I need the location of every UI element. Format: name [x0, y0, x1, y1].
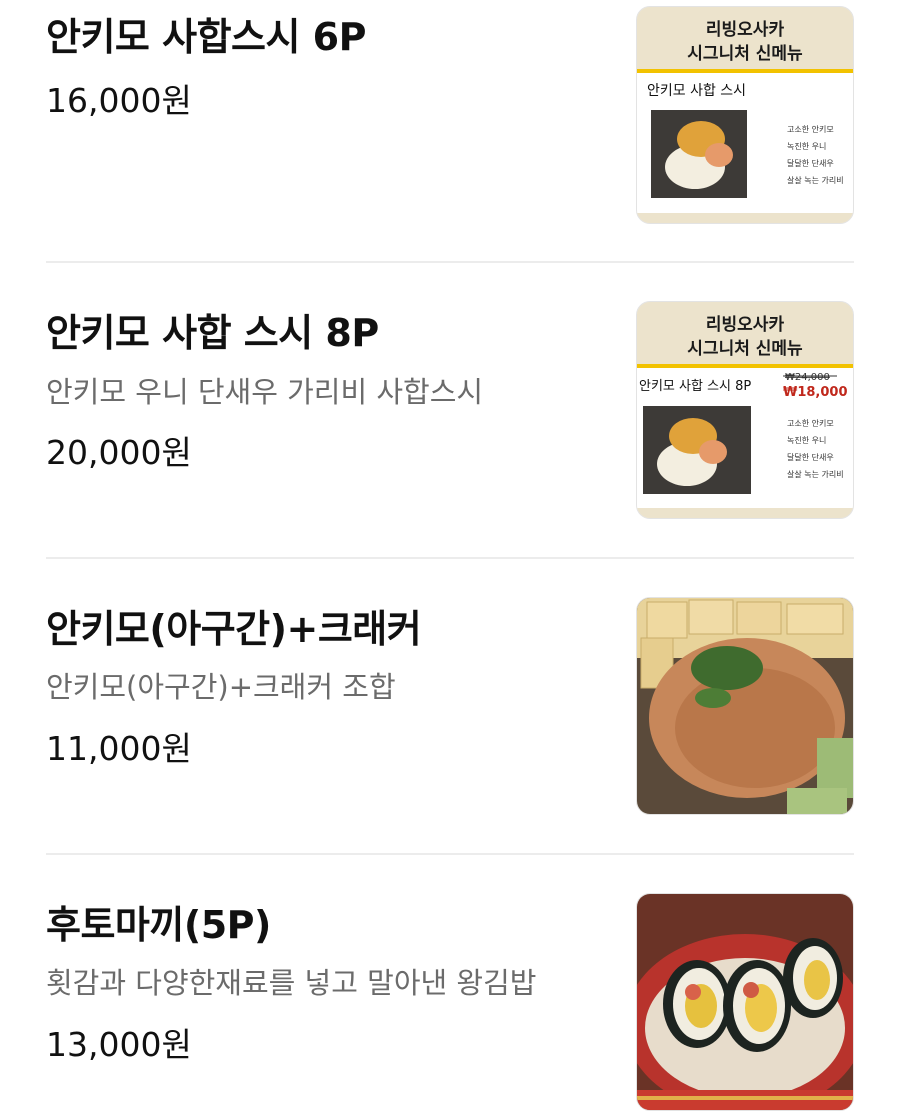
poster-note: 달달한 단새우 — [787, 452, 834, 462]
poster-note: 고소한 안키모 — [787, 124, 834, 134]
poster-note: 고소한 안키모 — [787, 418, 834, 428]
menu-item[interactable]: 안키모(아구간)+크래커 안키모(아구간)+크래커 조합 11,000원 — [0, 558, 900, 854]
menu-item-image[interactable]: 리빙오사카 시그니처 신메뉴 안키모 사합 스시 고소한 안키모 녹진한 우니 … — [636, 6, 854, 224]
futomaki-photo[interactable] — [636, 893, 854, 1111]
menu-item-name: 후토마끼(5P) — [46, 903, 271, 947]
menu-item-price: 13,000원 — [46, 1025, 192, 1064]
menu-item-price: 20,000원 — [46, 433, 192, 472]
menu-item-price: 16,000원 — [46, 81, 192, 120]
menu-item-description: 안키모(아구간)+크래커 조합 — [46, 670, 396, 704]
poster-note: 녹진한 우니 — [787, 141, 826, 151]
menu-item-description: 횟감과 다양한재료를 넣고 말아낸 왕김밥 — [46, 966, 537, 1000]
menu-item-image[interactable]: 리빙오사카 시그니처 신메뉴 안키모 사합 스시 8P ₩24,000 ₩18,… — [636, 301, 854, 519]
menu-item-name: 안키모 사합스시 6P — [46, 15, 366, 59]
poster-note: 살살 녹는 가리비 — [787, 470, 844, 479]
poster-headline2: 시그니처 신메뉴 — [687, 339, 803, 359]
poster-subtitle: 안키모 사합 스시 — [647, 83, 746, 99]
poster-old-price: ₩24,000 — [785, 372, 830, 383]
poster-headline2: 시그니처 신메뉴 — [687, 44, 803, 64]
poster-headline1: 리빙오사카 — [706, 20, 785, 40]
poster-note: 녹진한 우니 — [787, 435, 826, 445]
menu-item[interactable]: 안키모 사합스시 6P 16,000원 리빙오사카 시그니처 신메뉴 안키모 사… — [0, 0, 900, 262]
poster-new-price: ₩18,000 — [783, 385, 848, 400]
menu-item[interactable]: 안키모 사합 스시 8P 안키모 우니 단새우 가리비 사합스시 20,000원… — [0, 262, 900, 558]
menu-item-name: 안키모 사합 스시 8P — [46, 311, 379, 355]
ankimo-crackers-photo[interactable] — [636, 597, 854, 815]
menu-item-description: 안키모 우니 단새우 가리비 사합스시 — [46, 375, 484, 409]
menu-item-name: 안키모(아구간)+크래커 — [46, 607, 422, 651]
poster-headline1: 리빙오사카 — [706, 315, 785, 335]
poster-note: 살살 녹는 가리비 — [787, 176, 844, 185]
menu-item[interactable]: 후토마끼(5P) 횟감과 다양한재료를 넣고 말아낸 왕김밥 13,000원 — [0, 854, 900, 1117]
poster-subtitle: 안키모 사합 스시 8P — [639, 379, 751, 394]
menu-item-price: 11,000원 — [46, 729, 192, 768]
poster-note: 달달한 단새우 — [787, 158, 834, 168]
